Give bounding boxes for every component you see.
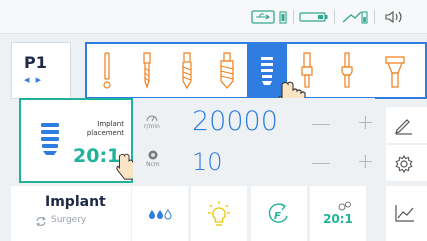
probe-icon xyxy=(103,51,111,89)
rotation-direction-button[interactable]: F xyxy=(251,186,307,241)
drill-2-tool-button[interactable] xyxy=(167,44,207,97)
step-drill-icon xyxy=(220,51,234,89)
mode-subtitle: Surgery xyxy=(51,215,87,225)
tool-toolbar xyxy=(85,42,427,99)
torque-plus-button[interactable]: + xyxy=(357,149,374,173)
speed-torque-panel: r/min 20000 — + Ncm 10 — + xyxy=(133,98,375,183)
abutment-tool-button[interactable] xyxy=(375,44,415,97)
twist-drill-icon xyxy=(182,51,192,89)
speed-minus-button[interactable]: — xyxy=(311,111,331,135)
svg-text:F: F xyxy=(274,211,281,222)
forward-rotation-icon: F xyxy=(268,202,288,223)
drill-1-tool-button[interactable] xyxy=(127,44,167,97)
implant-label-line1: Implant xyxy=(97,120,124,128)
implant-icon xyxy=(41,123,59,155)
pilot-drill-icon xyxy=(143,51,151,89)
gear-ratio-button[interactable]: 20:1 xyxy=(310,186,366,241)
speed-plus-button[interactable]: + xyxy=(357,110,374,134)
speedometer-icon xyxy=(146,115,158,122)
light-bulb-icon xyxy=(208,200,230,226)
status-divider xyxy=(293,10,294,24)
speed-unit: r/min xyxy=(144,113,160,130)
torque-unit-label: Ncm xyxy=(146,161,160,168)
torque-icon xyxy=(148,150,158,160)
abutment-icon xyxy=(385,55,405,88)
implant-placement-label: Implant placement xyxy=(78,120,124,138)
program-arrows-icon[interactable]: ◀ ▶ xyxy=(24,76,43,84)
program-label: P1 xyxy=(24,53,47,72)
settings-button[interactable] xyxy=(386,145,427,181)
edit-button[interactable] xyxy=(386,107,427,143)
battery-icon xyxy=(278,9,288,25)
irrigation-button[interactable] xyxy=(132,186,188,241)
drill-3-tool-button[interactable] xyxy=(207,44,247,97)
mode-card[interactable]: Implant Surgery xyxy=(11,186,131,241)
torque-unit: Ncm xyxy=(146,150,160,168)
implant-label-line2: placement xyxy=(86,129,124,137)
mode-title: Implant xyxy=(45,194,106,210)
probe-tool-button[interactable] xyxy=(87,44,127,97)
speed-unit-label: r/min xyxy=(144,123,160,130)
pencil-icon xyxy=(395,119,412,135)
light-button[interactable] xyxy=(191,186,247,241)
implant-icon xyxy=(261,56,273,85)
gear-icon xyxy=(395,154,413,174)
torque-minus-button[interactable]: — xyxy=(311,150,331,174)
gear-ratio-value: 20:1 xyxy=(73,145,121,167)
wireless-battery-icon xyxy=(341,9,369,25)
volume-icon[interactable] xyxy=(383,9,407,25)
status-divider xyxy=(334,10,335,24)
chart-button[interactable] xyxy=(386,186,427,241)
program-selector[interactable]: P1 ◀ ▶ xyxy=(11,42,71,99)
gear-ratio-label: 20:1 xyxy=(323,212,353,226)
status-divider xyxy=(374,10,375,24)
usb-icon xyxy=(251,9,275,25)
torque-value: 10 xyxy=(192,148,223,176)
foot-pedal-battery-icon xyxy=(299,9,329,25)
refresh-icon xyxy=(36,216,46,227)
healing-abutment-tool-button[interactable] xyxy=(327,44,367,97)
water-drops-icon xyxy=(149,208,172,219)
speed-value: 20000 xyxy=(192,106,278,137)
gears-icon xyxy=(338,201,351,211)
status-bar xyxy=(0,0,427,34)
line-chart-icon xyxy=(395,205,414,222)
healing-abutment-icon xyxy=(341,51,353,88)
